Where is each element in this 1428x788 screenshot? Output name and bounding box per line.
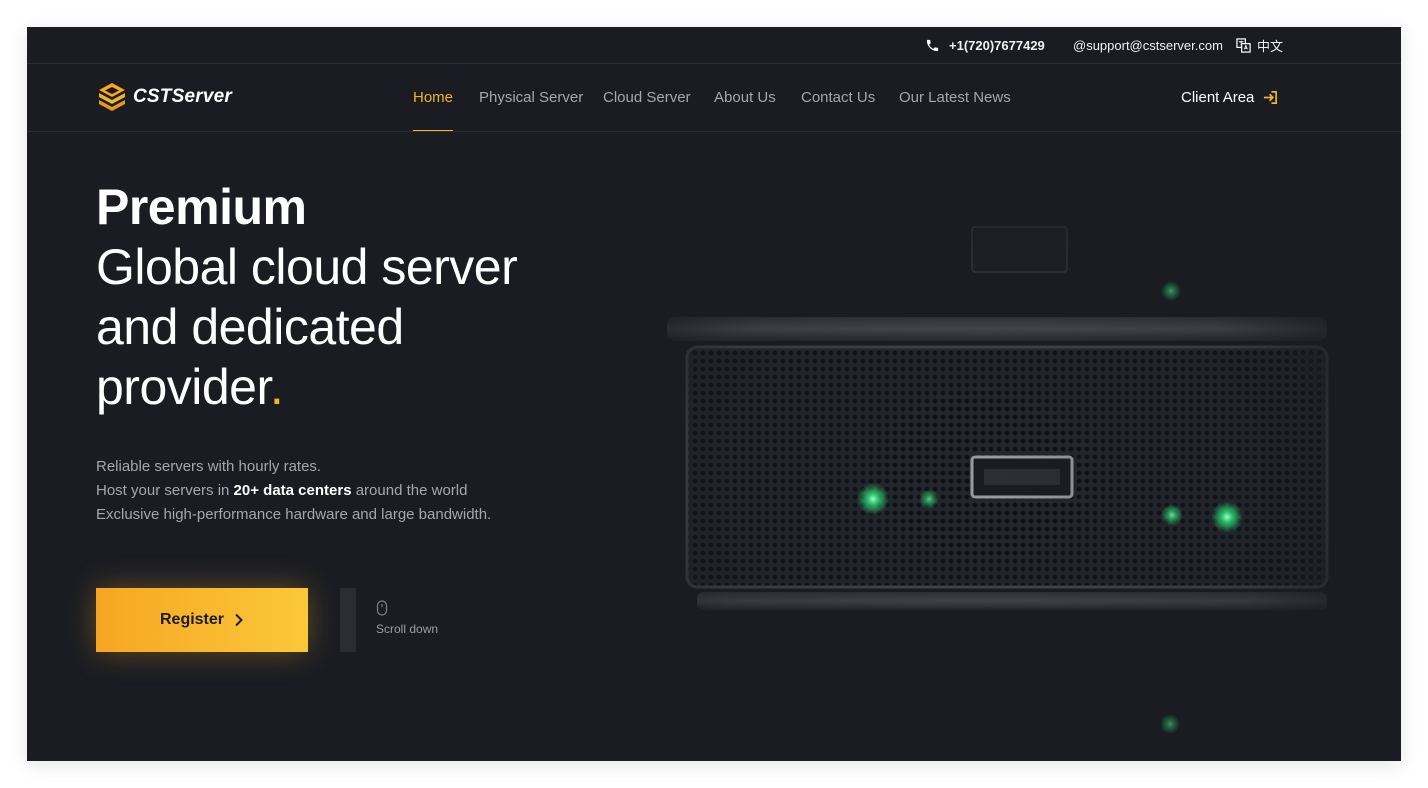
headline-line-3: provider. (96, 357, 517, 417)
headline-line-1: Global cloud server (96, 239, 518, 295)
page-frame: +1(720)7677429 @support@cstserver.com 中文… (27, 27, 1401, 761)
nav-item-cloud-server[interactable]: Cloud Server (603, 64, 691, 131)
nav-item-physical-server[interactable]: Physical Server (479, 64, 583, 131)
nav-item-latest-news[interactable]: Our Latest News (899, 64, 1011, 131)
nav-item-contact-us[interactable]: Contact Us (801, 64, 875, 131)
translate-icon (1236, 37, 1251, 53)
language-label: 中文 (1257, 38, 1284, 54)
nav-item-home[interactable]: Home (413, 64, 454, 131)
headline-line-2: and dedicated (96, 299, 404, 355)
register-label: Register (159, 611, 225, 628)
phone-number: +1(720)7677429 (949, 37, 1045, 53)
top-bar: +1(720)7677429 @support@cstserver.com 中文 (27, 27, 1401, 64)
hero-headline: Premium Global cloud server and dedicate… (96, 177, 518, 417)
phone-icon (926, 39, 939, 51)
scroll-down-label: Scroll down (376, 622, 439, 636)
scroll-indicator-bar (340, 588, 356, 652)
desc-line-2-post: around the world (351, 482, 468, 499)
email-contact[interactable]: @support@cstserver.com (1073, 27, 1223, 63)
stacked-s-logo-icon (99, 83, 125, 111)
desc-line-2-bold: 20+ data centers (233, 482, 352, 499)
login-arrow-icon (1264, 91, 1278, 104)
main-navbar: CSTServer Home Physical Server Cloud Ser… (27, 64, 1401, 132)
scroll-down-hint[interactable]: Scroll down (376, 600, 438, 636)
chevron-right-icon (235, 613, 243, 627)
client-area-label: Client Area (1181, 89, 1255, 106)
server-hero-image (627, 197, 1347, 757)
brand-name: CSTServer (133, 86, 232, 107)
register-button[interactable]: Register (96, 588, 308, 652)
mouse-icon (376, 600, 388, 616)
desc-line-2-pre: Host your servers in (96, 482, 234, 499)
hero-description: Reliable servers with hourly rates. Host… (96, 455, 491, 527)
desc-line-2: Host your servers in 20+ data centers ar… (96, 479, 491, 503)
language-switch[interactable]: 中文 (1236, 27, 1283, 63)
desc-line-1: Reliable servers with hourly rates. (96, 458, 322, 475)
phone-contact[interactable]: +1(720)7677429 (925, 27, 1045, 63)
brand-logo[interactable]: CSTServer (96, 81, 232, 113)
desc-line-3: Exclusive high-performance hardware and … (96, 506, 492, 523)
headline-line-3-text: provider (96, 359, 270, 415)
client-area-link[interactable]: Client Area (1181, 64, 1278, 131)
headline-accent-dot: . (269, 359, 284, 415)
nav-item-about-us[interactable]: About Us (714, 64, 776, 131)
headline-strong: Premium (96, 179, 307, 235)
